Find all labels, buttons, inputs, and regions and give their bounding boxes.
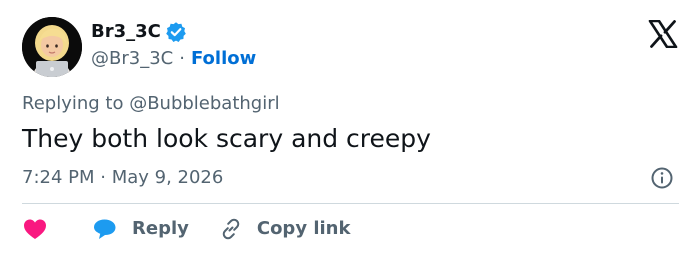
follow-button[interactable]: Follow (191, 47, 256, 71)
x-logo-icon[interactable] (648, 20, 678, 48)
copy-link-button[interactable]: Copy link (219, 217, 351, 241)
divider (22, 203, 679, 204)
avatar[interactable] (22, 17, 82, 77)
separator-dot: · (179, 48, 185, 69)
author-handle-row: @Br3_3C · Follow (91, 47, 256, 71)
speech-bubble-icon (94, 219, 116, 239)
verified-badge-icon (166, 22, 186, 42)
reply-label: Reply (132, 218, 189, 239)
reply-button[interactable]: Reply (92, 217, 189, 241)
tweet-card: Br3_3C @Br3_3C · Follow Replying to @Bub… (0, 0, 700, 256)
info-icon[interactable] (650, 166, 674, 190)
action-bar: Reply Copy link (22, 215, 350, 243)
author-display-name[interactable]: Br3_3C (91, 20, 161, 44)
tweet-timestamp[interactable]: 7:24 PM · May 9, 2026 (22, 166, 223, 190)
author-handle[interactable]: @Br3_3C (91, 47, 173, 71)
heart-icon (24, 219, 46, 239)
tweet-text: They both look scary and creepy (22, 124, 431, 153)
author-name-row: Br3_3C (91, 20, 187, 44)
reply-context[interactable]: Replying to @Bubblebathgirl (22, 92, 280, 116)
link-icon (222, 218, 240, 240)
like-button[interactable] (22, 217, 52, 241)
copy-link-label: Copy link (256, 218, 351, 239)
avatar-image (22, 17, 82, 77)
